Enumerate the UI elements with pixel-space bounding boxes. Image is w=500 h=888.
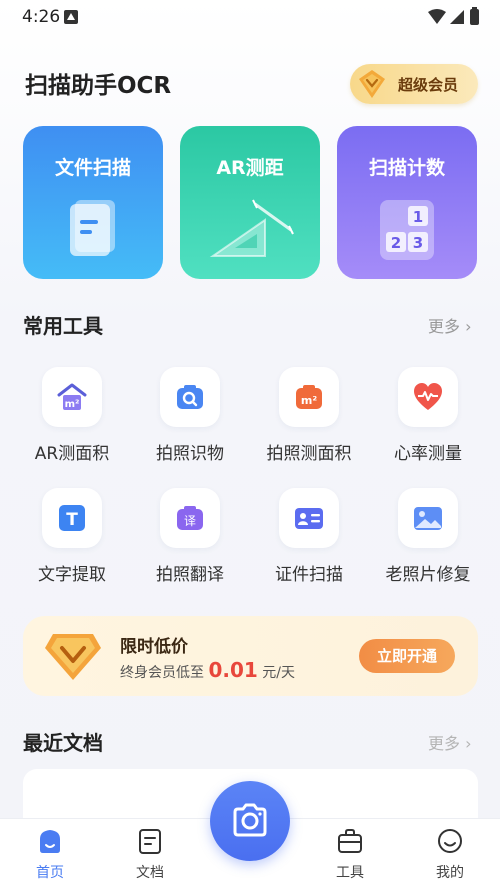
tool-label: 拍照测面积 (266, 444, 352, 464)
text-extract-icon: T (59, 505, 85, 531)
tab-documents[interactable]: 文档 (110, 819, 190, 888)
document-scan-card[interactable]: 文件扫描 (23, 126, 163, 279)
tab-label: 我的 (436, 865, 464, 881)
tab-home[interactable]: 首页 (10, 819, 90, 888)
app-title: 扫描助手OCR (25, 73, 172, 99)
tool-photo-identify[interactable]: 拍照识物 (131, 367, 249, 487)
activate-button[interactable]: 立即开通 (359, 639, 455, 673)
id-card-icon (295, 508, 323, 529)
profile-icon (438, 829, 462, 853)
ar-measure-card[interactable]: AR测距 (180, 126, 320, 279)
card-title: 扫描计数 (368, 157, 445, 179)
tool-label: 拍照识物 (156, 444, 224, 464)
wifi-icon (428, 9, 446, 24)
tool-label: 文字提取 (38, 565, 106, 585)
promo-banner[interactable]: 限时低价 终身会员低至 0.01 元/天 立即开通 (23, 616, 478, 696)
tool-heart-rate[interactable]: 心率测量 (369, 367, 487, 487)
vip-button[interactable]: 超级会员 (350, 64, 478, 104)
tab-profile[interactable]: 我的 (410, 819, 490, 888)
tool-photo-restore[interactable]: 老照片修复 (369, 488, 487, 608)
camera-area-icon: m² (296, 385, 322, 409)
tool-ar-area[interactable]: m² AR测面积 (13, 367, 131, 487)
icon-badge-text: T (66, 510, 78, 530)
tab-label: 文档 (136, 865, 164, 881)
card-title: 文件扫描 (54, 157, 131, 179)
recent-more-link[interactable]: 更多 › (428, 730, 472, 754)
recent-section-title: 最近文档 (23, 731, 103, 755)
tool-photo-translate[interactable]: 译 拍照翻译 (131, 488, 249, 608)
promo-subtitle-prefix: 终身会员低至 (120, 665, 204, 681)
promo-title: 限时低价 (120, 637, 188, 657)
icon-badge-text: 译 (184, 514, 196, 528)
system-status-icons (428, 7, 479, 25)
heart-rate-icon (414, 383, 442, 410)
status-bar: 4:26 (0, 0, 500, 34)
tool-label: 心率测量 (394, 444, 462, 464)
icon-badge-text: m² (301, 394, 317, 407)
document-icon (139, 829, 161, 854)
tool-label: AR测面积 (34, 444, 110, 464)
camera-translate-icon: 译 (177, 506, 203, 530)
status-time: 4:26 (22, 7, 61, 27)
document-scan-icon (70, 200, 115, 256)
tool-label: 证件扫描 (275, 565, 343, 585)
tab-label: 首页 (36, 865, 64, 881)
battery-icon (470, 9, 479, 25)
camera-icon (233, 803, 267, 837)
tool-label: 老照片修复 (385, 565, 471, 585)
camera-search-icon (177, 385, 203, 409)
promo-unit: 元/天 (262, 665, 295, 681)
notification-icon (64, 10, 78, 24)
ruler-triangle-icon (209, 199, 294, 257)
scan-count-card[interactable]: 扫描计数 1 2 3 (337, 126, 477, 279)
icon-badge-text: m² (65, 399, 80, 410)
photo-restore-icon (414, 507, 442, 530)
tool-text-extract[interactable]: T 文字提取 (13, 488, 131, 608)
vip-label: 超级会员 (398, 76, 459, 94)
tools-section-title: 常用工具 (23, 314, 103, 338)
signal-icon (450, 10, 464, 24)
tool-label: 拍照翻译 (156, 565, 224, 585)
grid-number: 1 (413, 208, 423, 226)
grid-number: 2 (391, 234, 401, 252)
promo-subtitle: 终身会员低至 0.01 元/天 (120, 658, 295, 682)
tool-photo-area[interactable]: m² 拍照测面积 (250, 367, 368, 487)
crown-diamond-icon (359, 70, 385, 98)
vip-diamond-icon (45, 634, 101, 680)
card-title: AR测距 (216, 157, 284, 179)
home-icon (40, 830, 60, 853)
number-grid-icon: 1 2 3 (380, 200, 434, 260)
camera-scan-button[interactable] (210, 781, 290, 861)
grid-number: 3 (413, 234, 423, 252)
house-area-icon: m² (57, 383, 87, 410)
tab-label: 工具 (336, 865, 364, 881)
toolbox-icon (338, 829, 362, 853)
tools-more-link[interactable]: 更多 › (428, 313, 472, 337)
tab-tools[interactable]: 工具 (310, 819, 390, 888)
promo-price: 0.01 (208, 658, 258, 682)
tool-id-scan[interactable]: 证件扫描 (250, 488, 368, 608)
